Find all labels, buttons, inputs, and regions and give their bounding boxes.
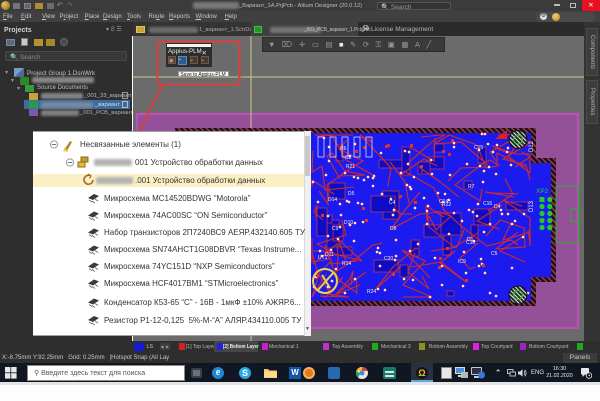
svg-text:D8: D8 [390,226,397,232]
svg-text:R14: R14 [342,261,351,267]
svg-text:XP2: XP2 [536,188,549,195]
svg-text:D5: D5 [348,191,355,197]
svg-text:C5: C5 [491,251,498,257]
svg-text:C4: C4 [389,200,396,206]
svg-text:C20: C20 [384,256,393,262]
svg-text:UT1: UT1 [318,255,328,261]
svg-text:D4: D4 [494,204,501,210]
svg-text:D10: D10 [344,220,353,226]
svg-text:D1: D1 [467,237,474,243]
svg-text:R7: R7 [468,184,475,190]
svg-text:C9: C9 [332,226,339,232]
svg-text:IC9: IC9 [458,259,466,265]
svg-text:R21: R21 [346,164,355,170]
svg-text:R6: R6 [340,146,347,152]
svg-text:R22: R22 [442,202,451,208]
svg-text:R24: R24 [367,289,376,295]
svg-text:D14: D14 [328,197,337,203]
svg-text:D13: D13 [529,200,535,212]
svg-text:C16: C16 [483,201,492,207]
